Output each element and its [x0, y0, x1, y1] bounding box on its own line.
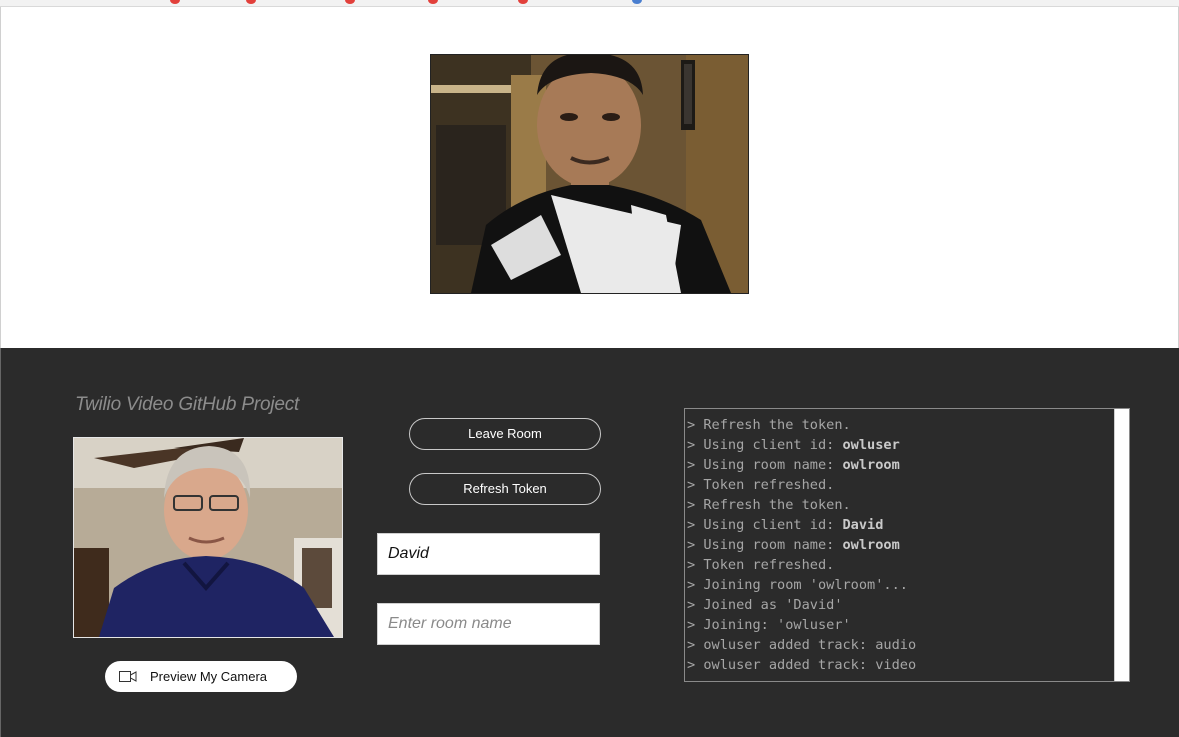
refresh-token-button[interactable]: Refresh Token	[409, 473, 601, 505]
log-line-value: David	[842, 517, 884, 533]
log-lines: > Refresh the token. > Using client id: o…	[687, 415, 1112, 675]
bookmark-icon[interactable]	[518, 0, 528, 4]
bookmark-icon[interactable]	[246, 0, 256, 4]
log-line: > Joining: 'owluser'	[687, 615, 1112, 635]
client-id-input[interactable]	[378, 534, 599, 574]
log-line: > Joining room 'owlroom'...	[687, 575, 1112, 595]
log-line-text: > Joined as 'David'	[687, 597, 843, 613]
log-line-text: > Joining: 'owluser'	[687, 617, 851, 633]
room-name-input[interactable]	[378, 604, 599, 644]
log-line: > Token refreshed.	[687, 475, 1112, 495]
page-title: Twilio Video GitHub Project	[75, 394, 300, 415]
local-camera-preview	[73, 437, 343, 638]
leave-room-button[interactable]: Leave Room	[409, 418, 601, 450]
log-line: > Refresh the token.	[687, 495, 1112, 515]
log-line: > Using client id: owluser	[687, 435, 1112, 455]
log-line-text: > Joining room 'owlroom'...	[687, 577, 908, 593]
log-line: > Using client id: David	[687, 515, 1112, 535]
log-line: > Using room name: owlroom	[687, 535, 1112, 555]
log-line: > owluser added track: video	[687, 655, 1112, 675]
room-name-field[interactable]	[377, 603, 600, 645]
log-line-text: > Refresh the token.	[687, 497, 851, 513]
log-line-text: > Token refreshed.	[687, 477, 835, 493]
log-scrollbar[interactable]	[1114, 409, 1129, 681]
log-line-value: owlroom	[842, 457, 900, 473]
preview-camera-button[interactable]: Preview My Camera	[105, 661, 297, 692]
log-line: > Using room name: owlroom	[687, 455, 1112, 475]
activity-log[interactable]: > Refresh the token. > Using client id: o…	[684, 408, 1130, 682]
log-line-text: > owluser added track: audio	[687, 637, 917, 653]
preview-camera-label: Preview My Camera	[150, 669, 268, 684]
log-line: > Refresh the token.	[687, 415, 1112, 435]
log-line: > Joined as 'David'	[687, 595, 1112, 615]
bookmark-icon[interactable]	[632, 0, 642, 4]
browser-top-strip	[0, 0, 1179, 7]
log-line-text: > Using room name:	[687, 537, 843, 553]
local-video-frame	[74, 438, 342, 637]
log-line-value: owlroom	[842, 537, 900, 553]
log-line-value: owluser	[842, 437, 900, 453]
log-line-text: > Using client id:	[687, 437, 843, 453]
bookmark-icon[interactable]	[170, 0, 180, 4]
bookmark-icon[interactable]	[428, 0, 438, 4]
log-line: > Token refreshed.	[687, 555, 1112, 575]
log-line-text: > Refresh the token.	[687, 417, 851, 433]
log-line: > owluser added track: audio	[687, 635, 1112, 655]
bookmark-icon[interactable]	[345, 0, 355, 4]
video-camera-icon	[119, 671, 137, 682]
log-line-text: > Token refreshed.	[687, 557, 835, 573]
log-line-text: > owluser added track: video	[687, 657, 917, 673]
client-id-field[interactable]	[377, 533, 600, 575]
log-line-text: > Using client id:	[687, 517, 843, 533]
remote-video-frame	[431, 55, 748, 293]
remote-participant-video	[430, 54, 749, 294]
log-line-text: > Using room name:	[687, 457, 843, 473]
